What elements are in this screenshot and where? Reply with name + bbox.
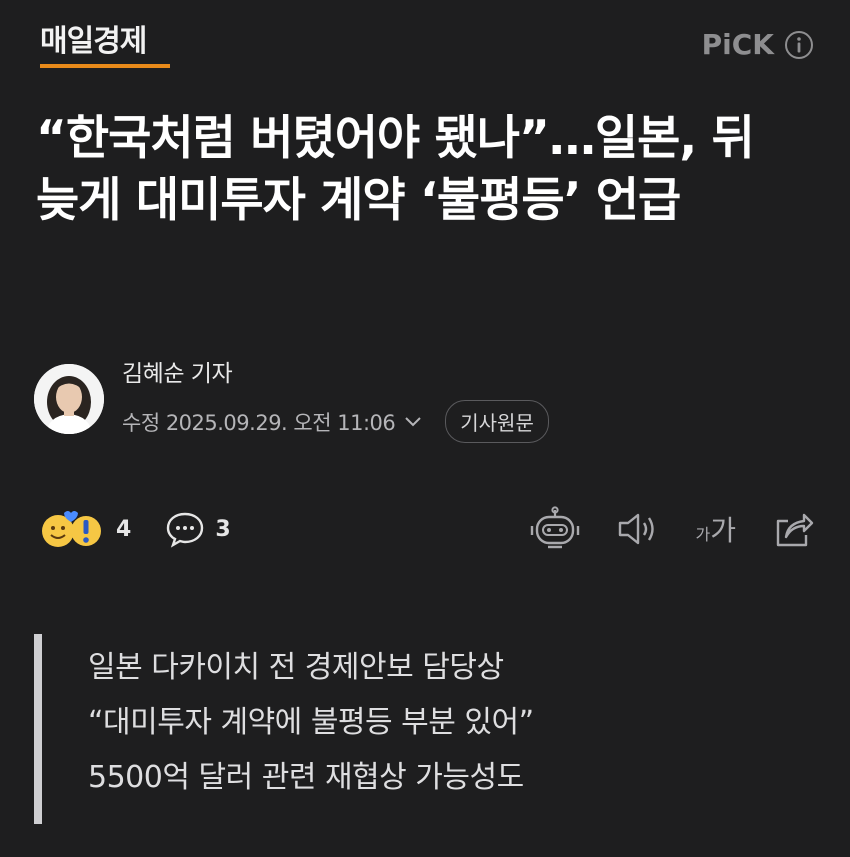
chevron-down-icon[interactable] xyxy=(403,415,423,429)
pick-label: PiCK xyxy=(701,28,774,61)
summary-line: “대미투자 계약에 불평등 부분 있어” xyxy=(88,705,534,740)
summary-line: 일본 다카이치 전 경제안보 담당상 xyxy=(88,650,504,685)
press-logo-underline xyxy=(40,64,170,68)
summary-line: 5500억 달러 관련 재협상 가능성도 xyxy=(88,760,524,795)
ai-robot-icon[interactable] xyxy=(530,506,580,552)
font-size-big-label: 가 xyxy=(710,514,736,547)
reporter-name[interactable]: 김혜순 기자 xyxy=(122,354,549,388)
font-size-small-label: 가 xyxy=(695,525,711,544)
byline: 김혜순 기자 수정 2025.09.29. 오전 11:06 기사원문 xyxy=(34,354,549,443)
comment-button[interactable]: 3 xyxy=(165,509,231,549)
article-date: 수정 2025.09.29. 오전 11:06 xyxy=(122,410,396,435)
article-summary: 일본 다카이치 전 경제안보 담당상 “대미투자 계약에 불평등 부분 있어” … xyxy=(34,634,794,824)
reaction-button[interactable]: 4 xyxy=(36,507,131,551)
speaker-icon[interactable] xyxy=(616,509,660,549)
press-logo[interactable]: 매일경제 xyxy=(40,22,170,72)
reaction-count: 4 xyxy=(116,516,132,542)
pick-badge[interactable]: PiCK xyxy=(702,28,814,61)
original-article-button[interactable]: 기사원문 xyxy=(445,400,549,443)
reporter-avatar[interactable] xyxy=(34,363,104,434)
article-headline: “한국처럼 버텼어야 됐나”…일본, 뒤늦게 대미투자 계약 ‘불평등’ 언급 xyxy=(36,111,755,228)
reaction-emoji-icon xyxy=(42,511,101,547)
comment-count: 3 xyxy=(215,516,231,542)
share-icon[interactable] xyxy=(772,509,814,549)
font-size-icon[interactable]: 가 가 xyxy=(696,509,737,549)
press-name[interactable]: 매일경제 xyxy=(40,22,147,62)
info-icon[interactable] xyxy=(784,30,814,60)
article-toolbar: 4 3 가 가 xyxy=(36,504,814,554)
comment-icon xyxy=(167,512,204,548)
